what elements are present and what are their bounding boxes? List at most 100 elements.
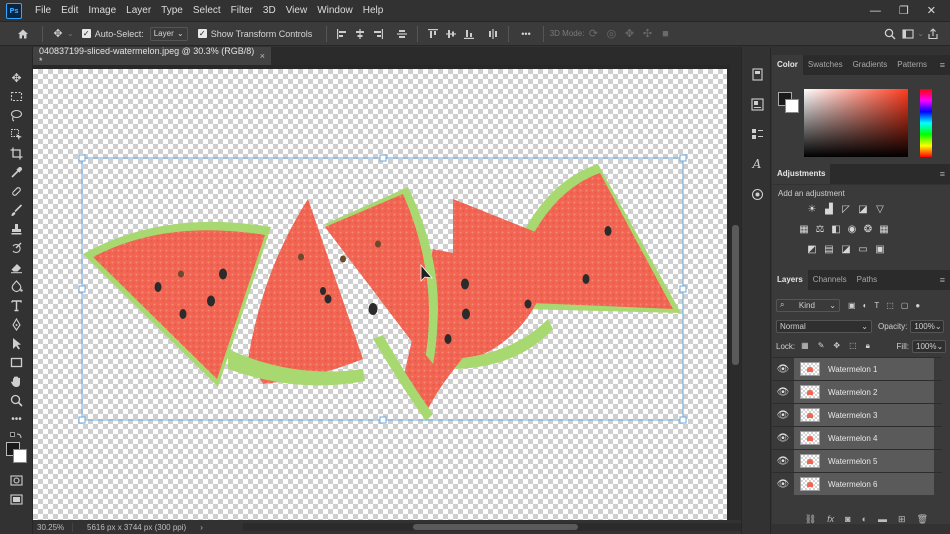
curves-icon[interactable]: ◸	[840, 203, 852, 215]
workspace-icon[interactable]	[899, 25, 917, 43]
layers-panel-menu-icon[interactable]: ≡	[940, 275, 945, 285]
marquee-tool-icon[interactable]	[8, 88, 25, 105]
layer-kind-filter[interactable]: ⌕ Kind ⌄	[776, 298, 840, 312]
glyphs-panel-icon[interactable]	[748, 185, 766, 203]
color-picker-field[interactable]	[804, 89, 908, 157]
levels-icon[interactable]: ▟	[823, 203, 835, 215]
layer-row[interactable]: 👁︎ Watermelon 2	[772, 380, 942, 403]
eraser-tool-icon[interactable]	[8, 259, 25, 276]
history-brush-tool-icon[interactable]	[8, 240, 25, 257]
color-balance-icon[interactable]: ⚖	[814, 223, 826, 235]
blend-mode-dropdown[interactable]: Normal ⌄	[776, 319, 872, 333]
close-tab-icon[interactable]: ×	[260, 51, 265, 61]
layer-row[interactable]: 👁︎ Watermelon 1	[772, 357, 942, 380]
orbit-3d-icon[interactable]: ⟳	[584, 25, 602, 43]
black-white-icon[interactable]: ◧	[830, 223, 842, 235]
eyedropper-tool-icon[interactable]	[8, 164, 25, 181]
layer-name[interactable]: Watermelon 2	[828, 388, 878, 397]
menu-view[interactable]: View	[281, 0, 313, 22]
layer-row[interactable]: 👁︎ Watermelon 6	[772, 472, 942, 495]
layer-row[interactable]: 👁︎ Watermelon 3	[772, 403, 942, 426]
brush-tool-icon[interactable]	[8, 202, 25, 219]
layer-row[interactable]: 👁︎ Watermelon 5	[772, 449, 942, 472]
slide-3d-icon[interactable]: ✣	[638, 25, 656, 43]
status-arrow-icon[interactable]: ›	[200, 523, 203, 532]
close-button[interactable]: ✕	[927, 4, 936, 17]
screen-mode-icon[interactable]	[8, 491, 25, 508]
distribute-vertical-icon[interactable]	[484, 25, 502, 43]
tab-channels[interactable]: Channels	[808, 270, 852, 290]
filter-shape-icon[interactable]: ⬚	[886, 301, 894, 310]
vibrance-icon[interactable]: ▽	[874, 203, 886, 215]
align-top-icon[interactable]	[424, 25, 442, 43]
visibility-eye-icon[interactable]: 👁︎	[772, 479, 794, 490]
rectangle-tool-icon[interactable]	[8, 354, 25, 371]
align-left-icon[interactable]	[333, 25, 351, 43]
move-tool-icon[interactable]: ✥	[8, 69, 25, 86]
tab-adjustments[interactable]: Adjustments	[772, 164, 831, 184]
more-options-button[interactable]: •••	[521, 29, 530, 39]
menu-select[interactable]: Select	[188, 0, 226, 22]
invert-icon[interactable]: ◩	[806, 243, 818, 255]
history-panel-icon[interactable]	[748, 65, 766, 83]
link-layers-icon[interactable]: ⛓︎	[805, 514, 816, 525]
new-group-icon[interactable]: ▬	[878, 514, 887, 524]
lock-artboard-icon[interactable]: ⬚	[849, 341, 857, 351]
home-icon[interactable]	[14, 25, 32, 43]
lasso-tool-icon[interactable]	[8, 107, 25, 124]
libraries-panel-icon[interactable]	[748, 125, 766, 143]
layer-name[interactable]: Watermelon 1	[828, 365, 878, 374]
layer-name[interactable]: Watermelon 3	[828, 411, 878, 420]
new-layer-icon[interactable]: ⊞	[898, 514, 906, 525]
delete-layer-icon[interactable]: 🗑︎	[917, 514, 928, 525]
lock-image-icon[interactable]: ✎	[818, 341, 825, 351]
document-canvas[interactable]	[33, 69, 727, 520]
healing-brush-tool-icon[interactable]	[8, 183, 25, 200]
align-middle-icon[interactable]	[442, 25, 460, 43]
posterize-icon[interactable]: ▤	[823, 243, 835, 255]
restore-button[interactable]: ❐	[899, 4, 909, 17]
lock-transparent-icon[interactable]: ▦	[801, 341, 809, 351]
tab-paths[interactable]: Paths	[852, 270, 882, 290]
tab-swatches[interactable]: Swatches	[803, 55, 848, 75]
lock-all-icon[interactable]: 🔒︎	[866, 341, 870, 351]
crop-tool-icon[interactable]	[8, 145, 25, 162]
show-transform-checkbox[interactable]: ✓	[197, 29, 207, 38]
visibility-eye-icon[interactable]: 👁︎	[772, 387, 794, 398]
visibility-eye-icon[interactable]: 👁︎	[772, 410, 794, 421]
more-tools-icon[interactable]: •••	[8, 411, 25, 428]
stamp-tool-icon[interactable]	[8, 221, 25, 238]
path-selection-tool-icon[interactable]	[8, 335, 25, 352]
filter-type-icon[interactable]: T	[874, 301, 879, 310]
brightness-contrast-icon[interactable]: ☀	[806, 203, 818, 215]
zoom-tool-icon[interactable]	[8, 392, 25, 409]
tab-patterns[interactable]: Patterns	[892, 55, 932, 75]
roll-3d-icon[interactable]: ◎	[602, 25, 620, 43]
properties-panel-icon[interactable]	[748, 95, 766, 113]
adjustments-panel-menu-icon[interactable]: ≡	[940, 169, 945, 179]
auto-select-target-dropdown[interactable]: Layer ⌄	[149, 26, 188, 41]
background-color-swatch[interactable]	[13, 449, 27, 463]
layer-name[interactable]: Watermelon 5	[828, 457, 878, 466]
pan-3d-icon[interactable]: ✥	[620, 25, 638, 43]
menu-3d[interactable]: 3D	[258, 0, 281, 22]
distribute-horizontal-icon[interactable]	[393, 25, 411, 43]
character-panel-icon[interactable]: A	[748, 155, 766, 173]
threshold-icon[interactable]: ◪	[840, 243, 852, 255]
add-mask-icon[interactable]: ◙	[845, 514, 850, 524]
layer-row[interactable]: 👁︎ Watermelon 4	[772, 426, 942, 449]
filter-smart-object-icon[interactable]: ▢	[901, 301, 909, 310]
menu-window[interactable]: Window	[312, 0, 358, 22]
selective-color-icon[interactable]: ▣	[874, 243, 886, 255]
document-tab[interactable]: 040837199-sliced-watermelon.jpeg @ 30.3%…	[33, 46, 271, 66]
tab-color[interactable]: Color	[772, 55, 803, 75]
chevron-down-icon[interactable]: ⌄	[67, 29, 74, 38]
layer-effects-icon[interactable]: fx	[827, 514, 834, 524]
menu-type[interactable]: Type	[156, 0, 188, 22]
filter-toggle-icon[interactable]: ●	[915, 301, 920, 310]
align-bottom-icon[interactable]	[460, 25, 478, 43]
color-lookup-icon[interactable]: ▦	[878, 223, 890, 235]
gradient-map-icon[interactable]: ▭	[857, 243, 869, 255]
scale-3d-icon[interactable]: ■	[656, 25, 674, 43]
chevron-down-icon[interactable]: ⌄	[917, 29, 924, 38]
